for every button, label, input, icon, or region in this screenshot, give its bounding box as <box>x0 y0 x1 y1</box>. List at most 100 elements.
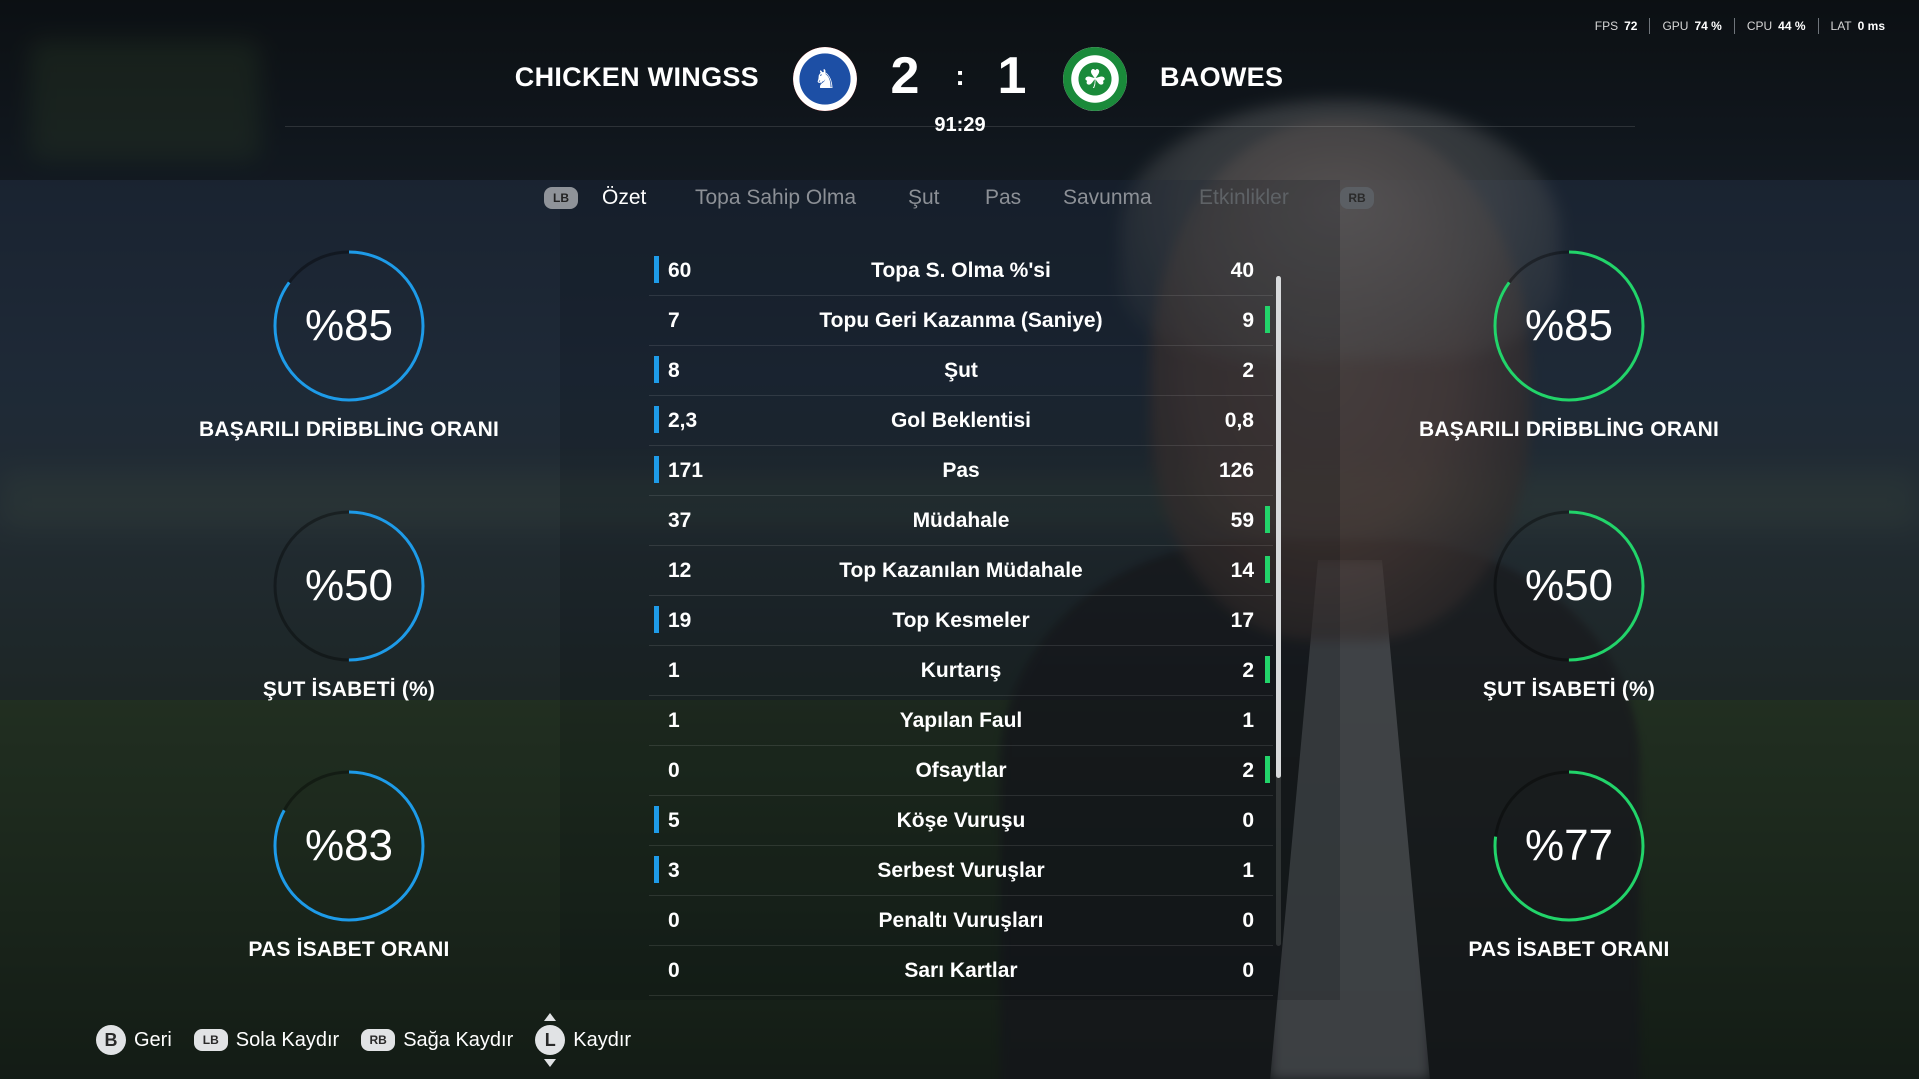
scoreboard: CHICKEN WINGSS ♞ 2 : 1 ☘ BAOWES 91:29 <box>0 38 1919 148</box>
score-separator: : <box>955 60 965 91</box>
away-stat-value: 0,8 <box>1224 409 1254 432</box>
away-stat-value: 59 <box>1230 509 1254 532</box>
ring-value: %77 <box>1524 821 1614 870</box>
gpu-readout: GPU 74 % <box>1650 19 1733 33</box>
ring-label: PAS İSABET ORANI <box>1468 938 1670 961</box>
home-ring-stat: %83 PAS İSABET ORANI <box>169 770 529 962</box>
stats-scrollbar-thumb[interactable] <box>1276 276 1281 778</box>
ring-label: ŞUT İSABETİ (%) <box>1482 678 1656 701</box>
away-stat-value: 0 <box>1242 809 1254 832</box>
away-stat-value: 126 <box>1218 459 1254 482</box>
tab-topa-sahip-olma[interactable]: Topa Sahip Olma <box>695 186 856 210</box>
home-ring-gauge: %83 <box>273 770 425 922</box>
cpu-readout: CPU 44 % <box>1735 19 1818 33</box>
stat-label: Müdahale <box>912 509 1010 532</box>
scroll-left-label: Sola Kaydır <box>235 1028 340 1051</box>
away-stat-value: 2 <box>1242 659 1254 682</box>
stat-row: 12 Top Kazanılan Müdahale 14 <box>649 546 1273 596</box>
fps-value: 72 <box>1624 19 1638 33</box>
stat-label: Sarı Kartlar <box>904 959 1018 982</box>
stat-label: Top Kazanılan Müdahale <box>839 559 1083 582</box>
stat-label: Topu Geri Kazanma (Saniye) <box>819 309 1103 332</box>
back-hint[interactable]: B Geri <box>96 1025 172 1055</box>
controller-hints: B Geri LB Sola Kaydır RB Sağa Kaydır L K… <box>96 1013 653 1067</box>
stat-label: Şut <box>944 359 978 382</box>
lb-button-icon: LB <box>193 1029 228 1051</box>
ring-label: PAS İSABET ORANI <box>248 938 450 961</box>
stat-label: Yapılan Faul <box>899 709 1023 732</box>
hud-divider <box>1817 18 1819 34</box>
stat-label: Penaltı Vuruşları <box>878 909 1044 932</box>
stat-label: Kurtarış <box>920 659 1002 682</box>
away-team-name: BAOWES <box>1160 62 1284 92</box>
scroll-right-label: Sağa Kaydır <box>403 1028 514 1051</box>
stat-row: 3 Serbest Vuruşlar 1 <box>649 846 1273 896</box>
stats-tabs: LB Özet Topa Sahip Olma Şut Pas Savunma … <box>0 182 1919 218</box>
header-divider <box>285 126 1635 127</box>
stat-label: Köşe Vuruşu <box>896 809 1026 832</box>
tab-sut[interactable]: Şut <box>908 186 940 210</box>
stat-label: Top Kesmeler <box>892 609 1030 632</box>
stat-row: 0 Sarı Kartlar 0 <box>649 946 1273 996</box>
stat-row: 60 Topa S. Olma %'si 40 <box>649 246 1273 296</box>
fps-readout: FPS 72 <box>1583 19 1650 33</box>
away-ring-gauge: %77 <box>1493 770 1645 922</box>
away-stat-value: 0 <box>1242 959 1254 982</box>
away-stat-value: 14 <box>1230 559 1254 582</box>
tab-etkinlikler[interactable]: Etkinlikler <box>1199 186 1289 210</box>
home-ring-stat: %50 ŞUT İSABETİ (%) <box>169 510 529 702</box>
away-stat-value: 1 <box>1242 859 1254 882</box>
stat-row: 2,3 Gol Beklentisi 0,8 <box>649 396 1273 446</box>
stat-label: Serbest Vuruşlar <box>877 859 1045 882</box>
rb-bumper-icon[interactable]: RB <box>1340 187 1374 209</box>
stat-row: 0 Ofsaytlar 2 <box>649 746 1273 796</box>
gpu-label: GPU <box>1662 19 1689 33</box>
away-stat-value: 1 <box>1242 709 1254 732</box>
away-ring-stat: %77 PAS İSABET ORANI <box>1389 770 1749 962</box>
away-team-crest-icon: ☘ <box>1063 47 1127 111</box>
ring-value: %50 <box>304 561 394 610</box>
stick-button: L <box>535 1025 566 1055</box>
stat-row: 8 Şut 2 <box>649 346 1273 396</box>
away-score: 1 <box>997 47 1027 105</box>
tab-pas[interactable]: Pas <box>985 186 1021 210</box>
latency-value: 0 ms <box>1857 19 1885 33</box>
left-stick-icon: L <box>535 1013 566 1067</box>
latency-readout: LAT 0 ms <box>1819 19 1897 33</box>
ring-label: BAŞARILI DRİBBLİNG ORANI <box>199 418 499 441</box>
scroll-left-hint[interactable]: LB Sola Kaydır <box>193 1028 340 1052</box>
tab-savunma[interactable]: Savunma <box>1063 186 1152 210</box>
stat-row: 1 Kurtarış 2 <box>649 646 1273 696</box>
away-ring-gauge: %85 <box>1493 250 1645 402</box>
rb-button-icon: RB <box>361 1029 396 1051</box>
fps-label: FPS <box>1594 19 1619 33</box>
stat-label: Ofsaytlar <box>915 759 1007 782</box>
away-ring-stat: %85 BAŞARILI DRİBBLİNG ORANI <box>1389 250 1749 442</box>
home-ring-gauge: %50 <box>273 510 425 662</box>
down-arrow-icon <box>544 1059 557 1067</box>
back-label: Geri <box>134 1028 172 1051</box>
away-stat-value: 2 <box>1242 359 1254 382</box>
scroll-hint[interactable]: L Kaydır <box>535 1013 631 1067</box>
lb-bumper-icon[interactable]: LB <box>544 187 578 209</box>
up-arrow-icon <box>544 1013 557 1021</box>
away-stat-value: 17 <box>1230 609 1254 632</box>
away-ring-stat: %50 ŞUT İSABETİ (%) <box>1389 510 1749 702</box>
stat-row: 171 Pas 126 <box>649 446 1273 496</box>
ring-value: %85 <box>1524 301 1614 350</box>
performance-overlay: FPS 72 GPU 74 % CPU 44 % LAT 0 ms <box>1583 18 1897 34</box>
away-stat-value: 9 <box>1242 309 1254 332</box>
home-ring-gauge: %85 <box>273 250 425 402</box>
stat-row: 0 Penaltı Vuruşları 0 <box>649 896 1273 946</box>
away-stat-value: 0 <box>1242 909 1254 932</box>
match-stats-table: 60 Topa S. Olma %'si 40 7 Topu Geri Kazanma … <box>649 246 1273 996</box>
scroll-right-hint[interactable]: RB Sağa Kaydır <box>361 1029 513 1052</box>
away-stat-value: 2 <box>1242 759 1254 782</box>
latency-label: LAT <box>1830 19 1852 33</box>
stat-label: Pas <box>942 459 980 482</box>
tab-ozet[interactable]: Özet <box>602 186 646 210</box>
home-ring-stat: %85 BAŞARILI DRİBBLİNG ORANI <box>169 250 529 442</box>
away-stat-value: 40 <box>1230 259 1254 282</box>
cpu-value: 44 % <box>1778 19 1806 33</box>
hud-divider <box>1733 18 1735 34</box>
